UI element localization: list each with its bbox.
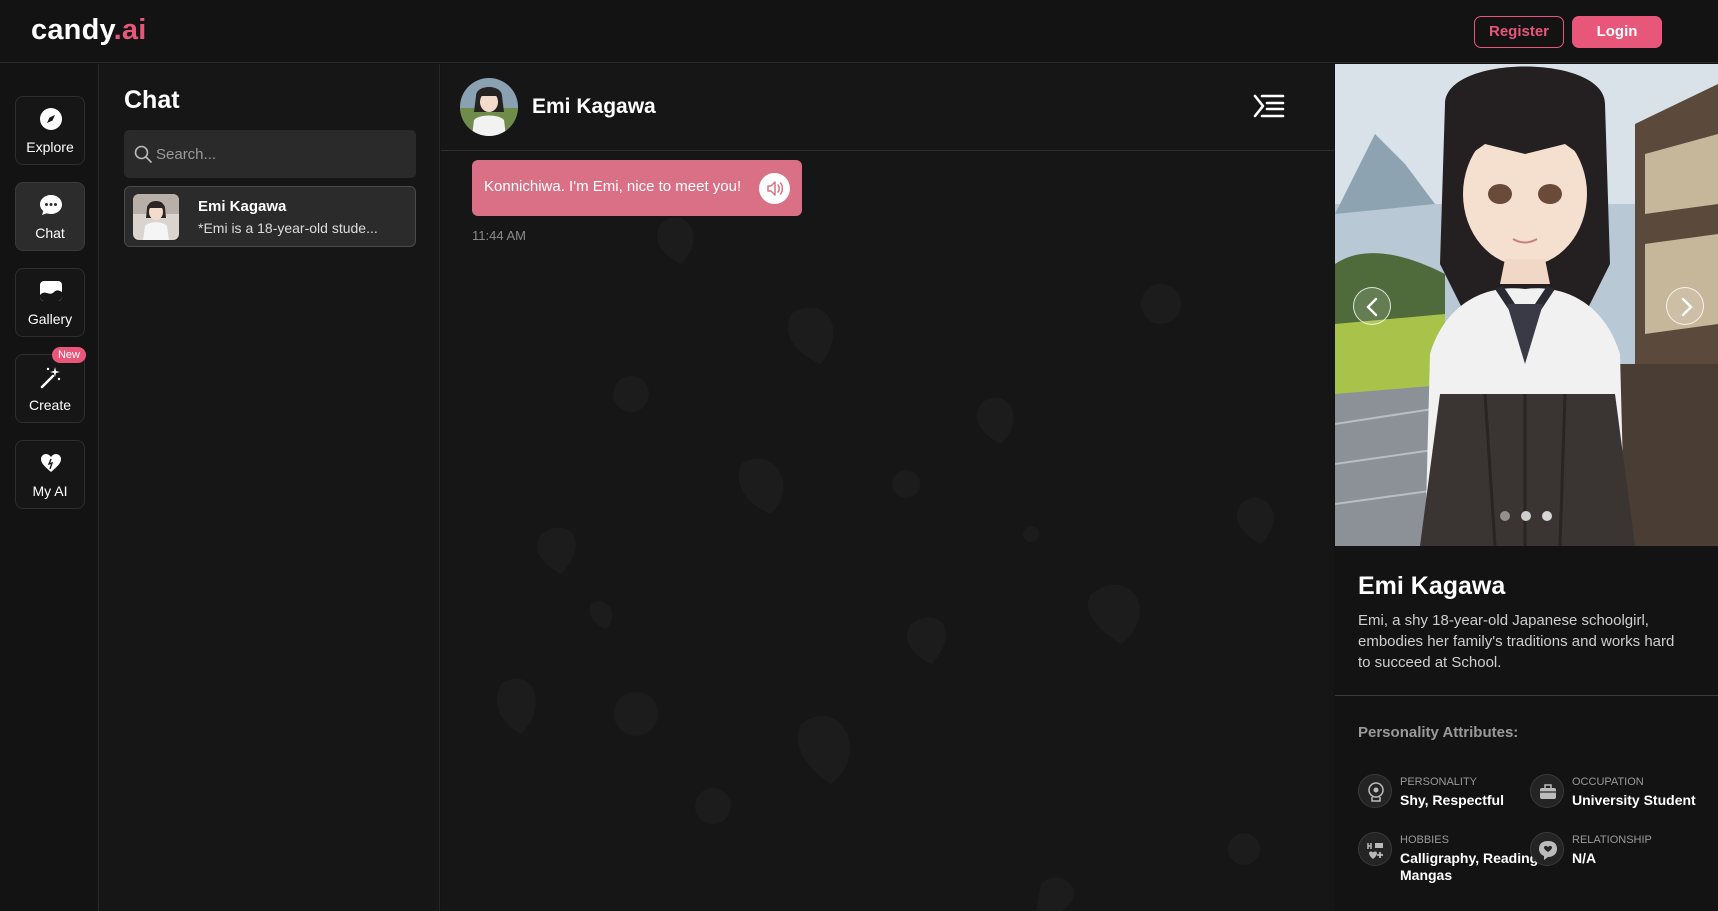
attribute-value: Shy, Respectful bbox=[1400, 792, 1504, 808]
compass-icon bbox=[40, 108, 62, 130]
nav-item-label: Chat bbox=[35, 225, 65, 241]
register-button[interactable]: Register bbox=[1474, 16, 1564, 48]
search-box[interactable] bbox=[124, 130, 416, 178]
attribute-occupation: OCCUPATION University Student bbox=[1530, 774, 1700, 824]
search-input[interactable] bbox=[156, 130, 406, 178]
heart-icon bbox=[41, 454, 61, 472]
search-icon bbox=[134, 145, 152, 163]
message-bubble: Konnichiwa. I'm Emi, nice to meet you! bbox=[472, 160, 802, 216]
nav-item-explore[interactable]: Explore bbox=[15, 96, 85, 165]
profile-name: Emi Kagawa bbox=[1358, 572, 1506, 600]
panel-toggle-icon[interactable] bbox=[1253, 92, 1285, 120]
magic-wand-icon bbox=[40, 367, 61, 389]
nav-item-chat[interactable]: Chat bbox=[15, 182, 85, 251]
chat-list-title: Chat bbox=[124, 86, 180, 114]
carousel-dot bbox=[1542, 511, 1552, 521]
briefcase-icon bbox=[1530, 774, 1564, 808]
conversation-preview: *Emi is a 18-year-old stude... bbox=[198, 220, 378, 236]
attribute-key: HOBBIES bbox=[1400, 834, 1449, 846]
logo[interactable]: candy.ai bbox=[31, 14, 147, 47]
carousel-dot bbox=[1500, 511, 1510, 521]
relationship-icon bbox=[1530, 832, 1564, 866]
attribute-hobbies: HOBBIES Calligraphy, Reading Mangas bbox=[1358, 832, 1538, 883]
profile-description: Emi, a shy 18-year-old Japanese schoolgi… bbox=[1358, 612, 1675, 671]
attribute-key: OCCUPATION bbox=[1572, 776, 1644, 788]
conversation-item[interactable]: Emi Kagawa *Emi is a 18-year-old stude..… bbox=[124, 186, 416, 247]
nav-item-label: Create bbox=[28, 397, 72, 413]
attribute-value: University Student bbox=[1572, 792, 1696, 808]
nav-item-label: Explore bbox=[26, 139, 74, 155]
logo-main: candy bbox=[31, 14, 114, 46]
new-badge: New bbox=[51, 347, 86, 363]
chat-header: Emi Kagawa bbox=[441, 64, 1334, 151]
chat-list-panel: Chat Emi Kagawa *Emi is a 18-year-old st… bbox=[100, 64, 440, 911]
chat-avatar[interactable] bbox=[460, 78, 518, 136]
carousel-dot bbox=[1521, 511, 1531, 521]
speaker-icon bbox=[767, 181, 784, 196]
message-text: Konnichiwa. I'm Emi, nice to meet you! bbox=[484, 178, 742, 195]
attribute-key: RELATIONSHIP bbox=[1572, 834, 1652, 846]
login-button[interactable]: Login bbox=[1572, 16, 1662, 48]
top-bar: candy.ai Register Login bbox=[0, 0, 1718, 63]
chat-title: Emi Kagawa bbox=[532, 95, 656, 118]
personality-icon bbox=[1358, 774, 1392, 808]
attribute-key: PERSONALITY bbox=[1400, 776, 1478, 788]
image-icon bbox=[40, 281, 62, 301]
nav-item-label: Gallery bbox=[27, 311, 73, 327]
character-photo bbox=[1335, 64, 1718, 546]
hobbies-icon bbox=[1358, 832, 1392, 866]
nav-item-create[interactable]: New Create bbox=[15, 347, 86, 423]
conversation-name: Emi Kagawa bbox=[198, 198, 287, 215]
nav-item-my-ai[interactable]: My AI bbox=[15, 440, 85, 509]
carousel-dots[interactable] bbox=[1335, 510, 1718, 522]
attribute-relationship: RELATIONSHIP N/A bbox=[1530, 832, 1700, 882]
nav-item-label: My AI bbox=[32, 483, 68, 499]
profile-panel: Emi Kagawa Emi, a shy 18-year-old Japane… bbox=[1335, 64, 1718, 911]
attribute-value: Calligraphy, Reading Mangas bbox=[1400, 850, 1539, 883]
attribute-value: N/A bbox=[1572, 850, 1597, 866]
attribute-personality: PERSONALITY Shy, Respectful bbox=[1358, 774, 1528, 824]
logo-dot: .ai bbox=[113, 14, 147, 46]
message-timestamp: 11:44 AM bbox=[472, 228, 526, 243]
nav-item-gallery[interactable]: Gallery bbox=[15, 268, 85, 337]
chat-bubble-icon bbox=[40, 195, 62, 215]
nav-rail: Explore Chat Gallery New Create My AI bbox=[0, 64, 99, 911]
carousel-prev-button[interactable] bbox=[1353, 287, 1391, 325]
chat-main: Emi Kagawa Konnichiwa. I'm Emi, nice to … bbox=[441, 64, 1334, 911]
avatar bbox=[133, 194, 179, 240]
carousel-next-button[interactable] bbox=[1666, 287, 1704, 325]
play-audio-button[interactable] bbox=[759, 173, 790, 204]
chevron-right-icon bbox=[1681, 297, 1693, 317]
divider bbox=[1335, 695, 1718, 696]
attributes-heading: Personality Attributes: bbox=[1358, 724, 1519, 741]
chevron-left-icon bbox=[1366, 297, 1378, 317]
